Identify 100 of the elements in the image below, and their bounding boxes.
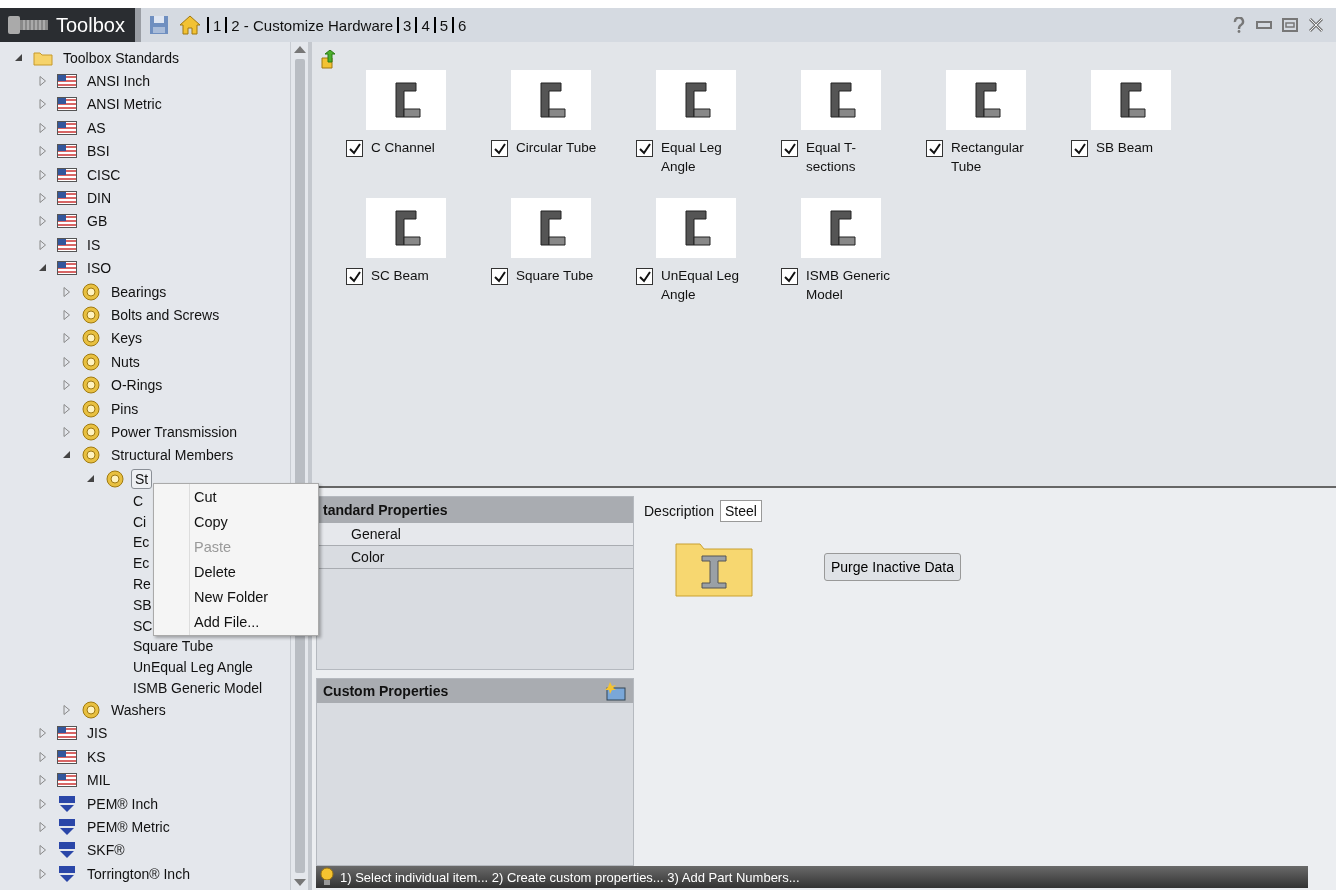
part-label: C Channel — [371, 139, 436, 157]
close-icon[interactable] — [1308, 17, 1324, 33]
bolt-icon — [6, 14, 50, 36]
part-label: Equal T-sections — [806, 139, 858, 176]
part-label: SB Beam — [1096, 139, 1155, 157]
tree-item[interactable]: Nuts — [107, 351, 144, 372]
breadcrumb-link[interactable]: 5 — [439, 16, 449, 34]
menu-item[interactable]: Cut — [154, 485, 318, 510]
tree-item[interactable]: Toolbox Standards — [59, 47, 183, 68]
tree-item[interactable]: Power Transmission — [107, 421, 242, 442]
tree-item[interactable]: Ec — [129, 532, 154, 553]
flag-icon — [57, 74, 77, 89]
checkbox[interactable] — [491, 268, 508, 285]
tree-item[interactable]: KS — [83, 746, 110, 767]
checkbox[interactable] — [636, 140, 653, 157]
checkbox[interactable] — [346, 140, 363, 157]
tree-item[interactable]: Pins — [107, 398, 143, 419]
tree-item[interactable]: O-Rings — [107, 375, 167, 396]
checkbox[interactable] — [781, 268, 798, 285]
breadcrumb-link[interactable]: 3 — [403, 16, 412, 34]
description-field[interactable]: Steel — [720, 500, 762, 522]
tree-item[interactable]: AS — [83, 117, 110, 138]
tree-item[interactable]: CISC — [83, 164, 125, 185]
part-label: UnEqual Leg Angle — [661, 267, 741, 304]
tree-item[interactable]: Washers — [107, 700, 170, 721]
menu-item[interactable]: Delete — [154, 560, 318, 585]
logo-icon — [57, 818, 77, 837]
flag-icon — [57, 726, 77, 741]
tree-item[interactable]: Structural Members — [107, 445, 238, 466]
minimize-icon[interactable] — [1256, 21, 1272, 29]
checkbox[interactable] — [926, 140, 943, 157]
home-icon[interactable] — [179, 15, 201, 35]
checkbox[interactable] — [781, 140, 798, 157]
expander-icon[interactable] — [62, 450, 72, 461]
tree-item[interactable]: UnEqual Leg Angle — [129, 657, 257, 678]
checkbox[interactable] — [491, 140, 508, 157]
description-label: Description — [644, 503, 715, 519]
menu-item[interactable]: Add File... — [154, 610, 318, 635]
breadcrumb-link[interactable]: 4 — [421, 16, 430, 34]
tree-item[interactable]: MIL — [83, 770, 115, 791]
flag-icon — [57, 144, 77, 159]
expander-icon[interactable] — [14, 52, 24, 63]
panel-header: Custom Properties — [323, 683, 449, 699]
tree-item[interactable]: JIS — [83, 723, 112, 744]
breadcrumb-link[interactable]: 2 - Customize Hardware — [231, 16, 394, 34]
part-label: Square Tube — [516, 267, 595, 285]
tree-item[interactable]: ISMB Generic Model — [129, 678, 267, 698]
checkbox[interactable] — [636, 268, 653, 285]
tree-item[interactable]: Square Tube — [129, 636, 218, 657]
tree-item[interactable]: PEM® Inch — [83, 793, 162, 814]
checkbox[interactable] — [346, 268, 363, 285]
breadcrumb-link[interactable]: 1 — [213, 16, 222, 34]
breadcrumb-link[interactable]: 6 — [458, 16, 467, 34]
tree-item[interactable]: Bearings — [107, 281, 171, 302]
help-icon[interactable] — [1232, 17, 1246, 33]
tree-item[interactable]: Keys — [107, 328, 147, 349]
tree-item[interactable]: C — [129, 490, 148, 511]
flag-icon — [57, 97, 77, 112]
hardware-icon — [81, 375, 101, 396]
checkbox[interactable] — [1071, 140, 1088, 157]
part-label: ISMB Generic Model — [806, 267, 892, 304]
flag-icon — [57, 120, 77, 135]
add-property-icon[interactable] — [603, 681, 627, 701]
hardware-icon — [81, 421, 101, 442]
tree-item[interactable]: ANSI Metric — [83, 94, 166, 115]
hardware-icon — [81, 351, 101, 372]
expander-icon[interactable] — [38, 263, 48, 274]
menu-item[interactable]: Copy — [154, 510, 318, 535]
tree-item[interactable]: DIN — [83, 188, 116, 209]
tree-item[interactable]: Re — [129, 574, 155, 594]
tree-item[interactable]: Ec — [129, 553, 154, 574]
hardware-icon — [81, 398, 101, 419]
hardware-icon — [81, 328, 101, 349]
tree-item[interactable]: ANSI Inch — [83, 71, 155, 92]
flag-icon — [57, 214, 77, 229]
flag-icon — [57, 773, 77, 788]
expander-icon[interactable] — [86, 473, 96, 484]
tree-item[interactable]: St — [131, 468, 153, 489]
logo-icon — [57, 841, 77, 860]
flag-icon — [57, 191, 77, 206]
tree-item[interactable]: Bolts and Screws — [107, 305, 224, 325]
menu-item[interactable]: New Folder — [154, 585, 318, 610]
property-item[interactable]: General — [317, 523, 633, 546]
tree-item[interactable]: BSI — [83, 141, 114, 162]
app-name: Toolbox — [56, 13, 125, 37]
status-text: 1) Select individual item... 2) Create custom properties... 3) Add Part Numbers... — [340, 869, 800, 885]
tree-item[interactable]: IS — [83, 234, 105, 255]
tree-item[interactable]: SKF® — [83, 840, 129, 861]
tree-item[interactable]: ISO — [83, 258, 116, 279]
tree-item[interactable]: SC — [129, 615, 157, 636]
tree-item[interactable]: Ci — [129, 511, 151, 532]
hardware-icon — [81, 305, 101, 325]
panel-header: tandard Properties — [317, 497, 633, 523]
save-icon[interactable] — [149, 15, 169, 35]
part-label: SC Beam — [371, 267, 430, 285]
tree-item[interactable]: PEM® Metric — [83, 817, 174, 838]
tree-item[interactable]: GB — [83, 211, 112, 232]
tree-item[interactable]: Torrington® Inch — [83, 863, 194, 884]
tree-item[interactable]: SB — [129, 594, 156, 615]
maximize-icon[interactable] — [1282, 18, 1298, 32]
